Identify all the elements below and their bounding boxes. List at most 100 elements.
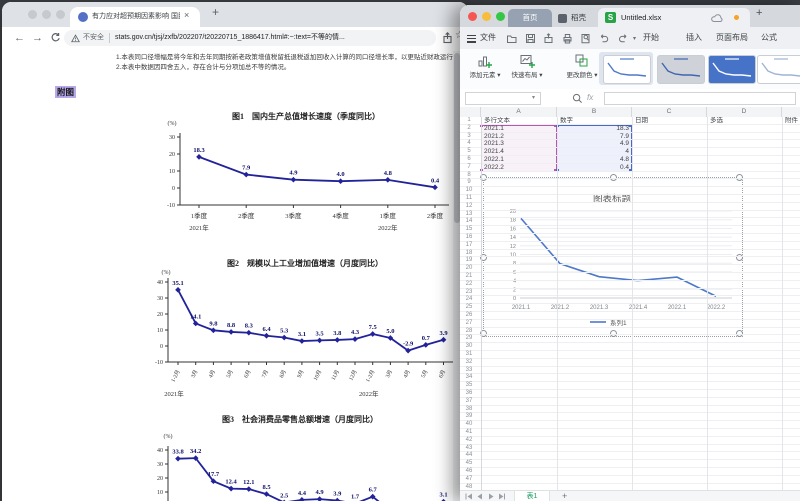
row-number[interactable]: 34	[460, 374, 478, 382]
row-number[interactable]: 7	[460, 164, 478, 172]
cell-text[interactable]: 2021.4	[484, 148, 504, 156]
row-number[interactable]: 29	[460, 335, 478, 343]
row-number[interactable]: 11	[460, 195, 478, 203]
cell-text[interactable]: 2021.2	[484, 133, 504, 141]
row-number[interactable]: 18	[460, 250, 478, 258]
sheet-nav-icons[interactable]	[465, 493, 509, 500]
tab-home[interactable]: 首页	[508, 9, 552, 27]
field-header-cell[interactable]: 多行文本	[484, 117, 510, 125]
row-number[interactable]: 22	[460, 281, 478, 289]
cell-number[interactable]: 4	[557, 148, 629, 156]
change-colors-button[interactable]: 更改颜色 ▾	[560, 53, 604, 79]
tab-file[interactable]: S Untitled.xlsx	[598, 8, 750, 27]
row-number[interactable]: 30	[460, 343, 478, 351]
new-document-tab-button[interactable]: +	[756, 7, 762, 19]
row-number[interactable]: 46	[460, 468, 478, 476]
field-header-cell[interactable]: 附件	[785, 117, 798, 125]
cell-number[interactable]: 0.4	[557, 164, 629, 172]
row-number[interactable]: 15	[460, 226, 478, 234]
close-button[interactable]	[468, 12, 477, 21]
reload-icon[interactable]	[50, 32, 61, 43]
row-number[interactable]: 33	[460, 367, 478, 375]
row-number[interactable]: 23	[460, 289, 478, 297]
row-number[interactable]: 43	[460, 445, 478, 453]
share-icon[interactable]	[442, 32, 453, 44]
zoom-formula-icon[interactable]	[572, 93, 583, 104]
row-number[interactable]: 5	[460, 148, 478, 156]
cell-text[interactable]: 2022.2	[484, 164, 504, 172]
forward-icon[interactable]: →	[32, 31, 43, 45]
column-header[interactable]: B	[557, 107, 632, 117]
minimize-button[interactable]	[482, 12, 491, 21]
zoom-button[interactable]	[56, 10, 65, 19]
cell-number[interactable]: 4.8	[557, 156, 629, 164]
row-number[interactable]: 17	[460, 242, 478, 250]
row-number[interactable]: 14	[460, 218, 478, 226]
new-tab-button[interactable]: +	[212, 5, 219, 19]
row-number[interactable]: 8	[460, 172, 478, 180]
sheet-grid[interactable]: 图表标题 0 2 4 6 8 10 12 14 16 18 20 2021.1 2021.2 2021.3 2…	[460, 117, 800, 490]
field-header-cell[interactable]: 日期	[635, 117, 648, 125]
column-header[interactable]: A	[481, 107, 557, 117]
quick-layout-button[interactable]: 快速布局 ▾	[507, 53, 547, 79]
name-box[interactable]	[465, 92, 541, 105]
row-number[interactable]: 40	[460, 421, 478, 429]
row-number[interactable]: 4	[460, 140, 478, 148]
field-header-cell[interactable]: 数字	[560, 117, 573, 125]
row-number[interactable]: 28	[460, 328, 478, 336]
row-number[interactable]: 10	[460, 187, 478, 195]
row-number[interactable]: 39	[460, 413, 478, 421]
row-number[interactable]: 9	[460, 179, 478, 187]
row-number[interactable]: 31	[460, 351, 478, 359]
row-number[interactable]: 32	[460, 359, 478, 367]
row-number[interactable]: 26	[460, 312, 478, 320]
row-number[interactable]: 41	[460, 429, 478, 437]
chart-style-thumbnail[interactable]	[603, 55, 651, 84]
row-number[interactable]: 44	[460, 452, 478, 460]
row-number[interactable]: 47	[460, 476, 478, 484]
column-header[interactable]: C	[632, 107, 707, 117]
add-element-button[interactable]: 添加元素 ▾	[465, 53, 505, 79]
menu-item[interactable]: 插入	[686, 27, 702, 49]
name-box-caret-icon[interactable]: ▾	[532, 94, 535, 101]
minimize-button[interactable]	[42, 10, 51, 19]
row-number[interactable]: 42	[460, 437, 478, 445]
row-number[interactable]: 13	[460, 211, 478, 219]
row-number[interactable]: 25	[460, 304, 478, 312]
chart-style-thumbnail[interactable]	[657, 55, 705, 84]
menu-item[interactable]: 开始	[643, 27, 659, 49]
cell-text[interactable]: 2022.1	[484, 156, 504, 164]
cell-number[interactable]: 18.3	[557, 125, 629, 133]
menu-item[interactable]: 页面布局	[716, 27, 748, 49]
cell-number[interactable]: 4.9	[557, 140, 629, 148]
cell-text[interactable]: 2021.1	[484, 125, 504, 133]
row-number[interactable]: 21	[460, 273, 478, 281]
row-number[interactable]: 24	[460, 296, 478, 304]
row-number[interactable]: 3	[460, 133, 478, 141]
tab-close-icon[interactable]: ×	[184, 10, 189, 20]
column-header[interactable]: D	[707, 107, 782, 117]
row-number[interactable]: 12	[460, 203, 478, 211]
cell-number[interactable]: 7.9	[557, 133, 629, 141]
back-icon[interactable]: ←	[14, 31, 25, 45]
row-number[interactable]: 19	[460, 257, 478, 265]
menu-item[interactable]: 公式	[761, 27, 777, 49]
add-sheet-button[interactable]: +	[562, 491, 567, 501]
row-number[interactable]: 20	[460, 265, 478, 273]
row-number[interactable]: 27	[460, 320, 478, 328]
row-number[interactable]: 38	[460, 406, 478, 414]
row-number[interactable]: 6	[460, 156, 478, 164]
chart-style-thumbnail[interactable]	[757, 55, 800, 84]
formula-input[interactable]	[604, 92, 796, 105]
row-number[interactable]: 35	[460, 382, 478, 390]
row-number[interactable]: 36	[460, 390, 478, 398]
row-number[interactable]: 37	[460, 398, 478, 406]
tab-docer[interactable]: 稻壳	[556, 9, 596, 27]
zoom-button[interactable]	[496, 12, 505, 21]
field-header-cell[interactable]: 多选	[710, 117, 723, 125]
row-number[interactable]: 45	[460, 460, 478, 468]
chart-style-thumbnail[interactable]	[708, 55, 756, 84]
cell-text[interactable]: 2021.3	[484, 140, 504, 148]
row-number[interactable]: 16	[460, 234, 478, 242]
close-button[interactable]	[28, 10, 37, 19]
